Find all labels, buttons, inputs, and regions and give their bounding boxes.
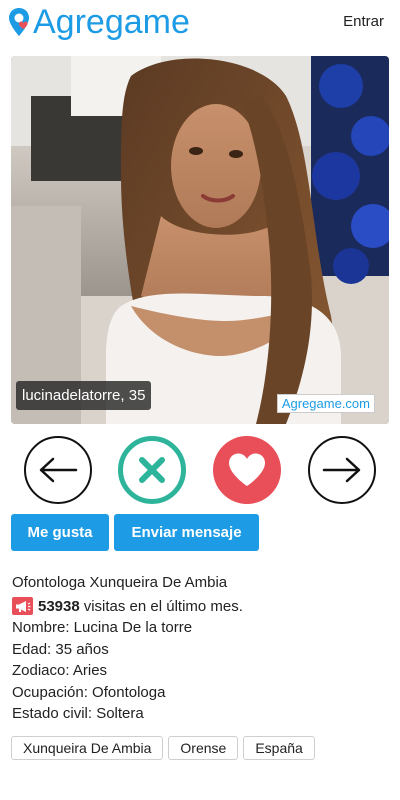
profile-occupation: Ocupación: Ofontologa: [12, 683, 166, 701]
watermark: Agregame.com: [276, 394, 375, 413]
heart-icon: [229, 453, 265, 486]
x-icon: [139, 457, 165, 483]
like-heart-button[interactable]: [213, 436, 281, 504]
profile-name: Nombre: Lucina De la torre: [12, 619, 193, 636]
profile-headline: Ofontologa Xunqueira De Ambia: [12, 574, 228, 591]
visits-count: 53938: [38, 597, 80, 615]
logo[interactable]: Agregame: [8, 2, 190, 42]
reject-button[interactable]: [118, 436, 186, 504]
arrow-left-icon: [39, 457, 78, 483]
previous-profile-button[interactable]: [24, 436, 92, 504]
login-link[interactable]: Entrar: [343, 13, 384, 30]
tag-province[interactable]: Orense: [168, 736, 239, 760]
profile-civil-status: Estado civil: Soltera: [12, 705, 144, 722]
visits-text: visitas en el último mes.: [83, 597, 243, 615]
visits-row: 53938 visitas en el último mes.: [12, 596, 392, 618]
profile-age: Edad: 35 años: [12, 640, 109, 658]
profile-info: Ofontologa Xunqueira De Ambia 53938 visi…: [12, 572, 392, 725]
like-button[interactable]: Me gusta: [11, 514, 109, 551]
next-profile-button[interactable]: [308, 436, 376, 504]
tag-city[interactable]: Xunqueira De Ambia: [11, 736, 164, 760]
megaphone-icon: [12, 597, 33, 616]
header: Agregame Entrar: [0, 0, 400, 46]
location-pin-icon: [8, 7, 30, 37]
arrow-right-icon: [322, 457, 361, 483]
brand-name: Agregame: [33, 3, 190, 41]
tag-country[interactable]: España: [243, 736, 315, 760]
send-message-button[interactable]: Enviar mensaje: [114, 514, 259, 551]
profile-photo[interactable]: lucinadelatorre, 35 Agregame.com: [11, 56, 389, 424]
name-age-label: lucinadelatorre, 35: [16, 381, 152, 410]
profile-zodiac: Zodiaco: Aries: [12, 662, 108, 679]
location-tags: Xunqueira De Ambia Orense España: [11, 736, 315, 760]
